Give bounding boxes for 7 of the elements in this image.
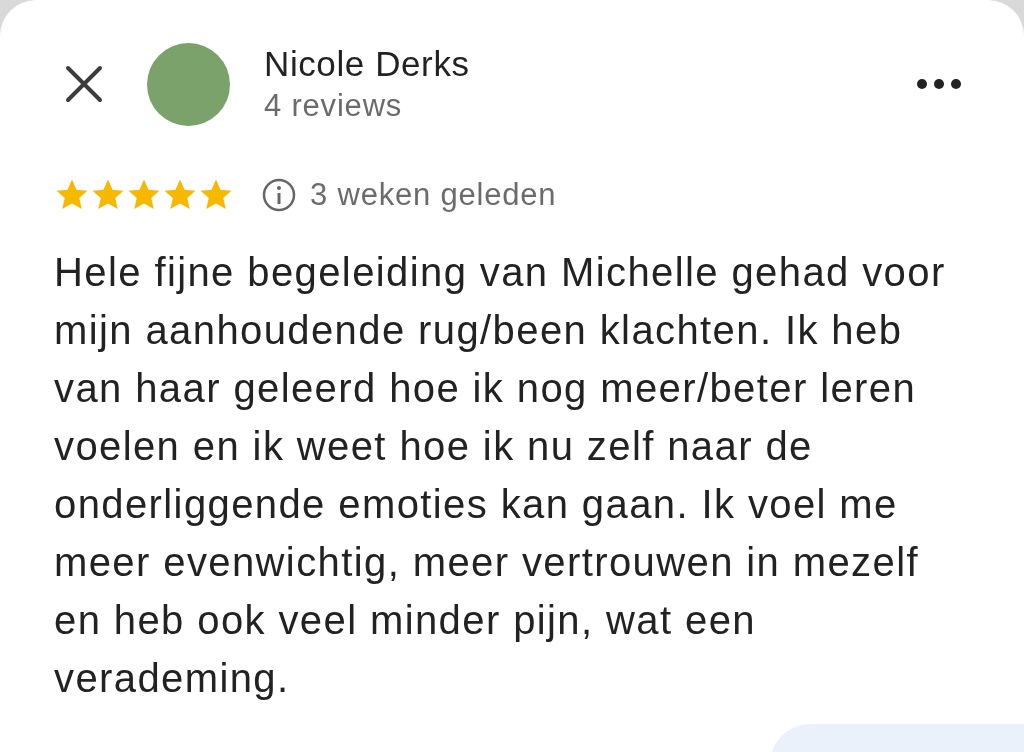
info-icon[interactable] <box>262 178 296 213</box>
reviewer-name[interactable]: Nicole Derks <box>264 42 470 86</box>
review-text: Hele fijne begeleiding van Michelle gehad voor mijn aanhoudende rug/been klachten. Ik heb van haar geleerd hoe ik nog meer/beter leren voelen en ik weet hoe ik nu zelf naar de onderliggende emoties kan gaan. Ik voel me meer evenwichtig, meer vertrouwen in mezelf en heb ook veel minder pijn, wat een verademing. <box>54 248 947 702</box>
review-count: 4 reviews <box>264 87 404 125</box>
review-time: 3 weken geleden <box>310 176 557 214</box>
close-icon <box>65 65 103 103</box>
more-icon <box>917 79 961 89</box>
